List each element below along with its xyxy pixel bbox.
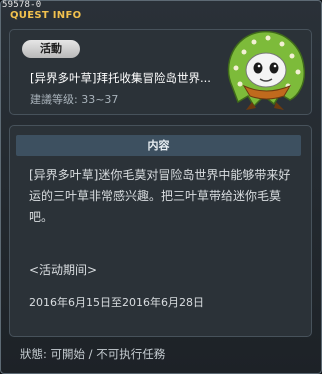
npc-portrait-icon (227, 30, 306, 110)
quest-name: [异界多叶草]拜托收集冒险岛世界... (30, 71, 211, 85)
npc-face (245, 52, 287, 88)
event-period-dates: 2016年6月15日至2016年6月28日 (29, 296, 204, 309)
category-badge: 活動 (22, 40, 80, 58)
event-period-label: <活动期间> (29, 263, 98, 277)
window-title: QUEST INFO (10, 10, 82, 21)
quest-status: 狀態: 可開始 / 不可执行任務 (20, 347, 166, 361)
recommended-level: 建議等级: 33~37 (30, 93, 119, 106)
content-header: 内容 (16, 135, 301, 156)
quest-id: 59578-0 (2, 0, 42, 10)
quest-description: [异界多叶草]迷你毛莫对冒险岛世界中能够带来好运的三叶草非常感兴趣。把三叶草带给… (29, 168, 291, 224)
